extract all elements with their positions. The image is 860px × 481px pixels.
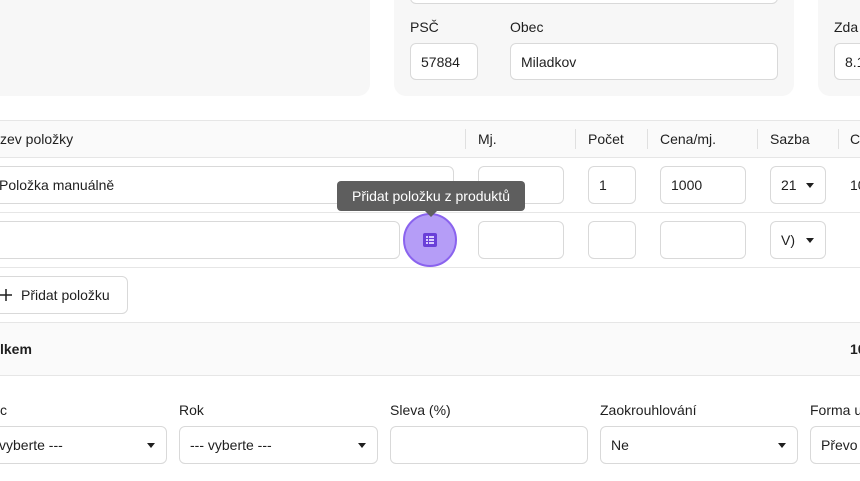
discount-label: Sleva (%) xyxy=(390,402,451,418)
item-price-field[interactable] xyxy=(660,221,746,259)
chevron-down-icon xyxy=(806,238,814,243)
year-select[interactable]: --- vyberte --- xyxy=(179,426,378,464)
tooltip: Přidat položku z produktů xyxy=(337,181,525,211)
zdan-label: Zda xyxy=(834,19,859,35)
col-price: Cena/mj. xyxy=(660,131,717,147)
obec-label: Obec xyxy=(510,19,544,35)
col-name: zev položky xyxy=(0,131,74,147)
item-price-field[interactable]: 1000 xyxy=(660,166,746,204)
discount-field[interactable] xyxy=(390,426,588,464)
address-line-field[interactable] xyxy=(410,0,778,4)
year-label: Rok xyxy=(179,402,204,418)
item-count-field[interactable]: 1 xyxy=(588,166,636,204)
add-item-button[interactable]: Přidat položku xyxy=(0,276,128,314)
payment-label: Forma u xyxy=(810,402,860,418)
col-total: C xyxy=(850,131,860,147)
item-name-field[interactable] xyxy=(0,221,400,259)
rounding-value: Ne xyxy=(611,437,629,453)
chevron-down-icon xyxy=(778,443,786,448)
item-rate-select[interactable]: 21 xyxy=(770,166,826,204)
items-table-header: zev položky Mj. Počet Cena/mj. Sazba C xyxy=(0,120,860,158)
item-rate-value: 21 xyxy=(781,177,797,193)
add-from-products-button[interactable] xyxy=(403,213,457,267)
item-total-value: 10 xyxy=(850,177,860,193)
add-item-label: Přidat položku xyxy=(21,287,110,303)
col-divider xyxy=(465,129,466,149)
payment-select[interactable]: Převo xyxy=(810,426,860,464)
psc-label: PSČ xyxy=(410,19,439,35)
rounding-label: Zaokrouhlování xyxy=(600,402,697,418)
item-unit-field[interactable] xyxy=(478,221,564,259)
month-value: vyberte --- xyxy=(0,437,63,453)
list-icon xyxy=(423,233,437,247)
col-divider xyxy=(647,129,648,149)
item-count-field[interactable] xyxy=(588,221,636,259)
year-value: --- vyberte --- xyxy=(190,437,272,453)
tooltip-arrow xyxy=(425,211,437,217)
customer-card xyxy=(0,0,370,96)
month-select[interactable]: vyberte --- xyxy=(0,426,167,464)
chevron-down-icon xyxy=(806,183,814,188)
plus-icon xyxy=(0,289,12,301)
items-total-row: lkem 10 xyxy=(0,322,860,376)
col-count: Počet xyxy=(588,131,624,147)
total-label: lkem xyxy=(0,341,32,357)
item-rate-select[interactable]: V) xyxy=(770,221,826,259)
chevron-down-icon xyxy=(147,443,155,448)
item-rate-value: V) xyxy=(781,232,795,248)
total-value: 10 xyxy=(850,341,860,357)
col-rate: Sazba xyxy=(770,131,810,147)
col-divider xyxy=(757,129,758,149)
rounding-select[interactable]: Ne xyxy=(600,426,798,464)
zdan-field[interactable]: 8.1 xyxy=(834,43,860,80)
col-unit: Mj. xyxy=(478,131,497,147)
psc-field[interactable]: 57884 xyxy=(410,43,478,80)
col-divider xyxy=(575,129,576,149)
payment-value: Převo xyxy=(821,437,858,453)
month-label: c xyxy=(0,402,7,418)
col-divider xyxy=(838,129,839,149)
obec-field[interactable]: Miladkov xyxy=(510,43,778,80)
chevron-down-icon xyxy=(358,443,366,448)
